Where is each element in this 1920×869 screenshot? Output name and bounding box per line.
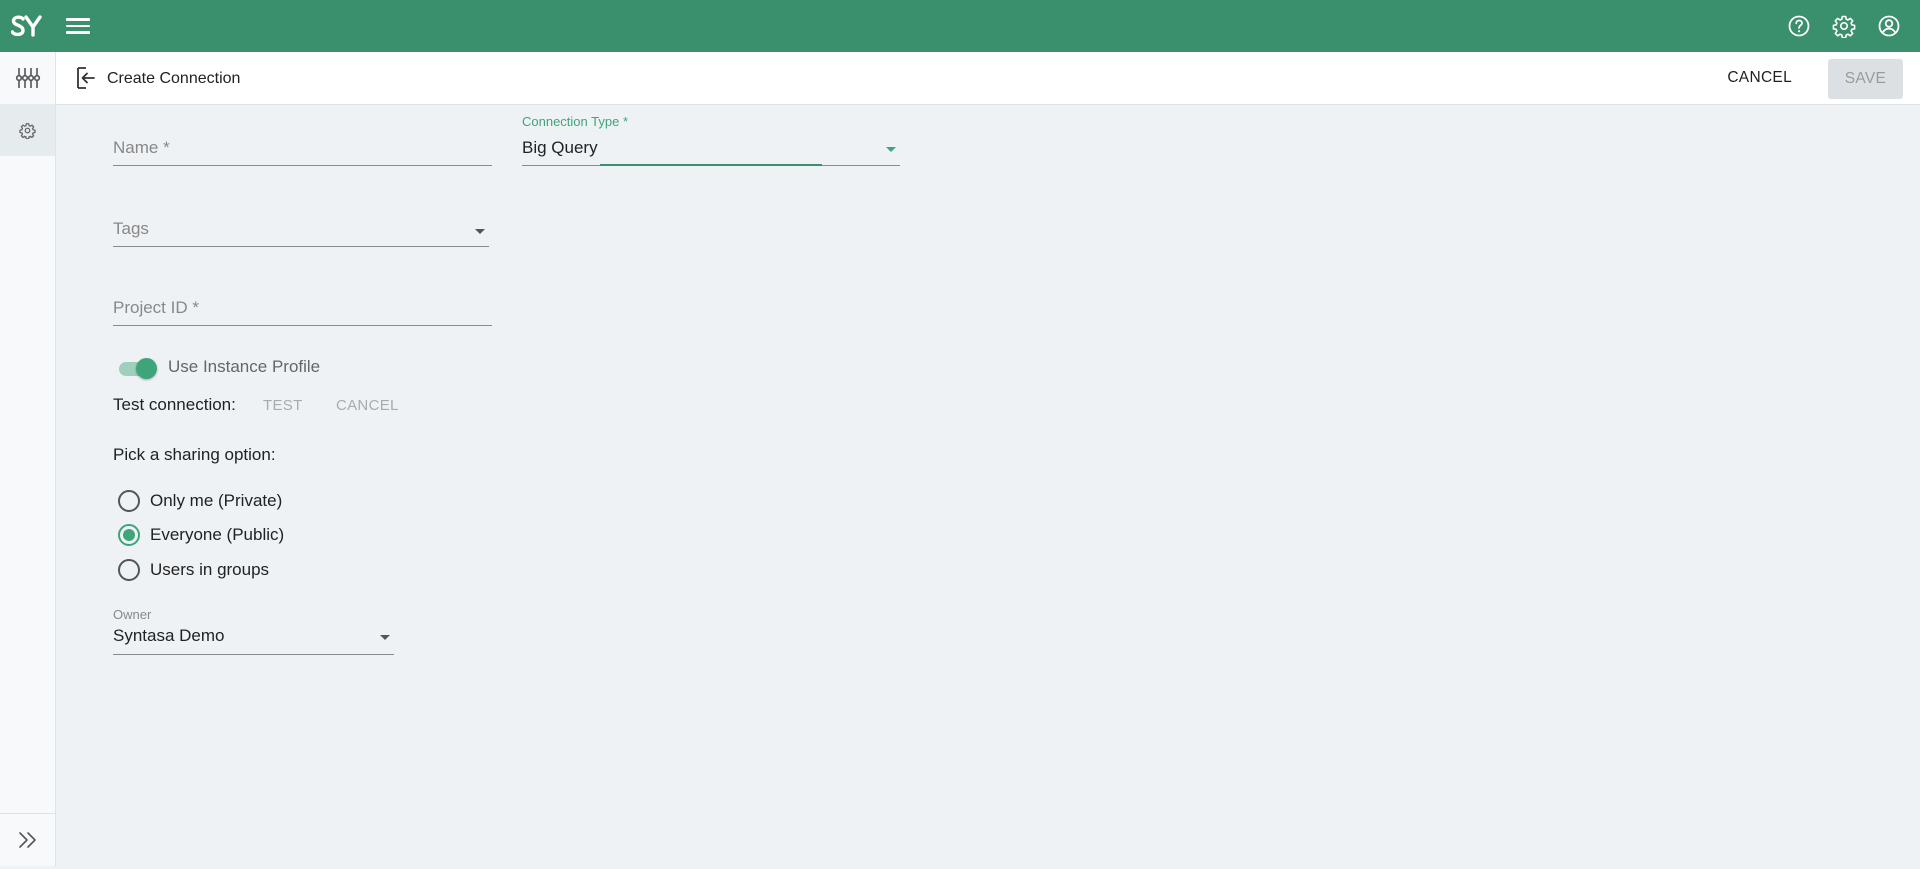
radio-dot [123,529,135,541]
connection-type-label: Connection Type * [522,114,628,129]
instance-profile-toggle[interactable] [117,357,159,379]
tags-select[interactable]: Tags [113,211,489,248]
radio-groups-label: Users in groups [150,560,270,579]
logo-mark [11,15,42,37]
radio-ring [118,490,140,512]
help-glyph [1788,15,1810,37]
back-glyph [77,67,95,89]
cancel-button[interactable]: CANCEL [1715,60,1804,96]
owner-underline [113,654,394,655]
gear-glyph [1832,15,1856,38]
expand-glyph [18,832,36,848]
radio-private[interactable] [117,489,141,513]
sharing-label: Pick a sharing option: [113,445,276,464]
toggle-thumb [136,358,157,379]
menu-line [66,31,90,34]
double-chevron-right-icon[interactable] [0,814,55,866]
test-connection-label: Test connection: [113,395,236,414]
instance-profile-label: Use Instance Profile [168,357,321,376]
save-button[interactable]: SAVE [1828,59,1903,99]
chevron-down-icon [886,147,896,152]
tags-placeholder: Tags [113,219,149,238]
left-rail [0,52,56,866]
focus-underline [600,164,822,166]
account-icon[interactable] [1875,12,1903,40]
menu-line [66,18,90,21]
sidebar-item-settings[interactable] [0,104,55,156]
help-icon[interactable] [1785,12,1813,40]
radio-public[interactable] [117,523,141,547]
name-field[interactable]: Name * [113,130,492,167]
project-id-underline [113,325,492,326]
connection-type-value: Big Query [522,138,598,157]
project-id-field[interactable]: Project ID * [113,290,492,327]
cancel-test-button[interactable]: CANCEL [336,397,399,414]
page-toolbar: Create Connection CANCEL SAVE [56,52,1920,105]
top-actions [1785,0,1920,52]
owner-select[interactable]: Owner Syntasa Demo [113,607,394,656]
owner-label: Owner [113,607,152,622]
project-id-placeholder: Project ID * [113,298,199,317]
radio-private-label: Only me (Private) [150,491,283,510]
test-button[interactable]: TEST [263,397,303,414]
chevron-down-icon [380,635,390,640]
radio-ring [118,559,140,581]
owner-value: Syntasa Demo [113,626,225,645]
top-app-bar [0,0,1920,52]
radio-public-label: Everyone (Public) [150,525,285,544]
radio-groups[interactable] [117,558,141,582]
name-placeholder: Name * [113,138,170,157]
chevron-down-icon [475,229,485,234]
hamburger-menu-icon[interactable] [66,14,90,38]
name-underline [113,165,492,166]
connection-type-select[interactable]: Connection Type * Big Query [522,114,900,167]
back-arrow-icon[interactable] [73,65,99,91]
account-glyph [1878,15,1900,37]
tags-underline [113,246,489,247]
sliders-glyph [15,68,40,88]
menu-line [66,24,90,28]
sliders-icon[interactable] [0,52,55,104]
gear-icon [19,122,36,139]
page-title: Create Connection [107,70,241,87]
syntasa-logo[interactable] [11,11,43,41]
gear-icon[interactable] [1830,12,1858,40]
